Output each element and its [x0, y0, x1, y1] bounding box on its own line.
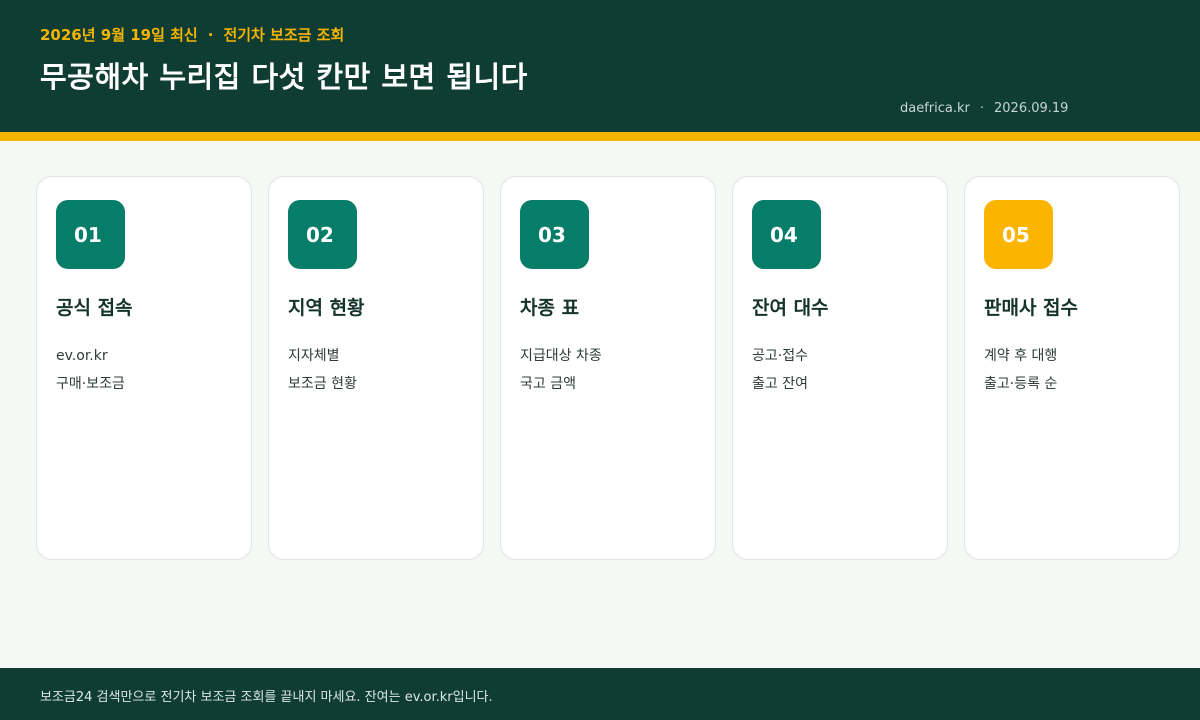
site-name: daefrica.kr [900, 101, 970, 116]
step-detail-line: 지급대상 차종 [520, 348, 602, 364]
header-meta: daefrica.kr · 2026.09.19 [900, 101, 1068, 116]
step-detail-line: 계약 후 대행 [984, 348, 1058, 364]
step-detail-line: ev.or.kr [56, 348, 108, 364]
page-title: 무공해차 누리집 다섯 칸만 보면 됩니다 [40, 60, 528, 94]
step-card-2: 02 지역 현황 지자체별 보조금 현황 [268, 176, 484, 560]
step-detail-line: 출고·등록 순 [984, 376, 1058, 392]
topic-label: 전기차 보조금 조회 [223, 26, 345, 44]
step-card-4: 04 잔여 대수 공고·접수 출고 잔여 [732, 176, 948, 560]
header-kicker: 2026년 9월 19일 최신 · 전기차 보조금 조회 [40, 24, 344, 45]
step-details: 계약 후 대행 출고·등록 순 [984, 342, 1057, 398]
meta-separator: · [979, 101, 985, 116]
step-number-badge: 01 [56, 200, 125, 269]
date-label: 2026년 9월 19일 최신 [40, 26, 198, 44]
step-cards: 01 공식 접속 ev.or.kr 구매·보조금 02 지역 현황 지자체별 보… [36, 176, 1180, 560]
step-detail-line: 출고 잔여 [752, 376, 808, 392]
step-card-5: 05 판매사 접수 계약 후 대행 출고·등록 순 [964, 176, 1180, 560]
step-title: 차종 표 [520, 297, 580, 319]
header-banner: 2026년 9월 19일 최신 · 전기차 보조금 조회 무공해차 누리집 다섯… [0, 0, 1200, 132]
step-detail-line: 국고 금액 [520, 376, 576, 392]
step-title: 잔여 대수 [752, 297, 829, 319]
step-card-3: 03 차종 표 지급대상 차종 국고 금액 [500, 176, 716, 560]
step-number-badge: 03 [520, 200, 589, 269]
footer-note: 보조금24 검색만으로 전기차 보조금 조회를 끝내지 마세요. 잔여는 ev.… [40, 690, 493, 705]
kicker-separator: · [207, 25, 214, 44]
step-detail-line: 구매·보조금 [56, 376, 125, 392]
step-title: 지역 현황 [288, 297, 365, 319]
step-number-badge: 04 [752, 200, 821, 269]
accent-divider [0, 132, 1200, 141]
step-number-badge: 05 [984, 200, 1053, 269]
step-card-1: 01 공식 접속 ev.or.kr 구매·보조금 [36, 176, 252, 560]
step-title: 공식 접속 [56, 297, 133, 319]
step-detail-line: 공고·접수 [752, 348, 808, 364]
step-title: 판매사 접수 [984, 297, 1079, 319]
step-detail-line: 보조금 현황 [288, 376, 357, 392]
step-number-badge: 02 [288, 200, 357, 269]
step-details: 지급대상 차종 국고 금액 [520, 342, 602, 398]
step-detail-line: 지자체별 [288, 348, 340, 364]
footer-bar: 보조금24 검색만으로 전기차 보조금 조회를 끝내지 마세요. 잔여는 ev.… [0, 668, 1200, 720]
page: 2026년 9월 19일 최신 · 전기차 보조금 조회 무공해차 누리집 다섯… [0, 0, 1200, 720]
step-details: ev.or.kr 구매·보조금 [56, 342, 125, 398]
step-details: 공고·접수 출고 잔여 [752, 342, 808, 398]
publish-date: 2026.09.19 [994, 101, 1069, 116]
step-details: 지자체별 보조금 현황 [288, 342, 357, 398]
